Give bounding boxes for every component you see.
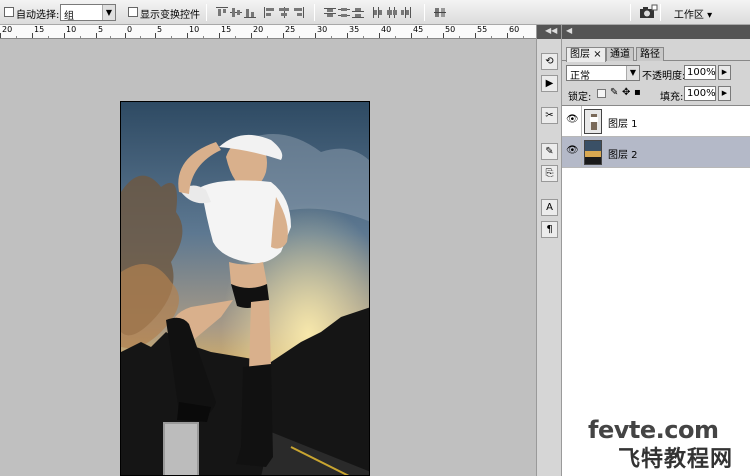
opacity-input[interactable]: 100%: [684, 65, 716, 80]
eye-icon[interactable]: 👁: [566, 145, 579, 159]
divider: [581, 106, 582, 137]
photo-artwork: [121, 102, 369, 475]
ruler-label: 20: [253, 25, 264, 34]
layer-thumbnail: [584, 140, 602, 165]
history-icon[interactable]: ⟲: [541, 53, 558, 70]
panel-dock: ◀◀ ⟲ ▶ ✂ ✎ ⎘ A ¶: [536, 25, 562, 476]
divider: [424, 4, 425, 21]
fill-label: 填充:: [660, 92, 684, 103]
ruler-label: 20: [2, 25, 13, 34]
blend-mode-value: 正常: [570, 71, 590, 82]
character-icon[interactable]: A: [541, 199, 558, 216]
divider: [314, 4, 315, 21]
divider: [206, 4, 207, 21]
chevron-down-icon: ▼: [626, 66, 639, 80]
blend-mode-dropdown[interactable]: 正常 ▼: [566, 65, 640, 82]
tab-paths-label: 路径: [640, 49, 660, 60]
ruler-label: 50: [445, 25, 456, 34]
align-vcenter-icon[interactable]: [230, 7, 242, 18]
distribute-top-icon[interactable]: [324, 7, 336, 18]
divider: [581, 137, 582, 168]
watermark-site-name: 飞特教程网: [618, 447, 734, 472]
layer-name[interactable]: 图层 2: [608, 146, 638, 161]
brushes-icon[interactable]: ✎: [541, 143, 558, 160]
distribute-hcenter-icon[interactable]: [386, 7, 398, 18]
options-bar: 自动选择: 组 ▼ 显示变换控件 工作区 ▾: [0, 0, 750, 25]
layer-name[interactable]: 图层 1: [608, 115, 638, 130]
auto-select-dropdown[interactable]: 组 ▼: [60, 4, 116, 22]
auto-select-label: 自动选择:: [16, 10, 60, 21]
layer-thumbnail: [584, 109, 602, 134]
ruler-label: 45: [413, 25, 424, 34]
align-right-icon[interactable]: [292, 7, 304, 18]
ruler-label: 10: [189, 25, 200, 34]
workspace-menu[interactable]: 工作区 ▾: [664, 4, 722, 21]
tab-channels-label: 通道: [610, 49, 630, 60]
distribute-right-icon[interactable]: [400, 7, 412, 18]
panel-header[interactable]: ◀: [562, 25, 750, 39]
ruler-label: 35: [349, 25, 360, 34]
auto-select-checkbox[interactable]: [4, 7, 14, 17]
actions-icon[interactable]: ▶: [541, 75, 558, 92]
align-left-icon[interactable]: [264, 7, 276, 18]
auto-select-value: 组: [64, 11, 74, 22]
ruler-label: 15: [221, 25, 232, 34]
distribute-bottom-icon[interactable]: [352, 7, 364, 18]
ruler-label: 30: [317, 25, 328, 34]
align-top-icon[interactable]: [216, 7, 228, 18]
eye-icon[interactable]: 👁: [566, 114, 579, 128]
align-bottom-icon[interactable]: [244, 7, 256, 18]
tab-layers-label: 图层: [570, 49, 590, 60]
ruler-label: 15: [34, 25, 45, 34]
opacity-arrow-icon[interactable]: ▶: [718, 65, 731, 80]
opacity-label: 不透明度:: [642, 71, 686, 82]
panel-collapse-button[interactable]: ◀: [566, 26, 572, 35]
ruler-label: 10: [66, 25, 77, 34]
show-transform-checkbox[interactable]: [128, 7, 138, 17]
ruler-label: 55: [477, 25, 488, 34]
horizontal-ruler: 20 15 10 5 0 5 10 15 20 25 30 35 40 45 5…: [0, 25, 536, 39]
ruler-label: 40: [381, 25, 392, 34]
document-canvas[interactable]: [0, 39, 536, 476]
tab-layers[interactable]: 图层 ×: [566, 47, 606, 62]
align-hcenter-icon[interactable]: [278, 7, 290, 18]
tab-paths[interactable]: 路径: [636, 47, 664, 61]
chevron-down-icon: ▼: [102, 5, 115, 20]
auto-align-icon[interactable]: [434, 7, 446, 18]
close-icon[interactable]: ×: [593, 49, 601, 60]
distribute-left-icon[interactable]: [372, 7, 384, 18]
watermark-domain: fevte.com: [588, 416, 719, 444]
dock-header[interactable]: ◀◀: [537, 25, 561, 39]
fill-arrow-icon[interactable]: ▶: [718, 86, 731, 101]
ruler-label: 5: [157, 25, 163, 34]
ruler-label: 0: [127, 25, 133, 34]
clone-source-icon[interactable]: ⎘: [541, 165, 558, 182]
ruler-label: 60: [509, 25, 520, 34]
show-transform-label: 显示变换控件: [140, 10, 200, 21]
ruler-label: 5: [98, 25, 104, 34]
lock-move-icon[interactable]: ✥: [622, 87, 630, 98]
lock-paint-icon[interactable]: ✎: [610, 87, 618, 98]
fill-input[interactable]: 100%: [684, 86, 716, 101]
panel-tabs: 图层 × 通道 路径: [562, 45, 750, 62]
layers-panel: ◀ 图层 × 通道 路径 正常 ▼ 不透明度: 100% ▶ 锁定: ✎ ✥ ▪…: [562, 25, 750, 476]
paragraph-icon[interactable]: ¶: [541, 221, 558, 238]
document-image[interactable]: [120, 101, 370, 476]
ruler-label: 25: [285, 25, 296, 34]
lock-label: 锁定:: [568, 92, 592, 103]
camera-icon[interactable]: [638, 4, 658, 21]
ruler-ticks: [0, 33, 524, 38]
dock-collapse-button[interactable]: ◀◀: [545, 26, 557, 35]
layer-row[interactable]: 👁 图层 1: [562, 106, 750, 137]
lock-all-icon[interactable]: ▪: [634, 87, 641, 98]
tools-preset-icon[interactable]: ✂: [541, 107, 558, 124]
lock-transparent-icon[interactable]: [597, 89, 606, 98]
divider: [660, 4, 661, 21]
tab-channels[interactable]: 通道: [606, 47, 634, 61]
layer-row[interactable]: 👁 图层 2: [562, 137, 750, 168]
divider: [630, 4, 631, 21]
distribute-vcenter-icon[interactable]: [338, 7, 350, 18]
